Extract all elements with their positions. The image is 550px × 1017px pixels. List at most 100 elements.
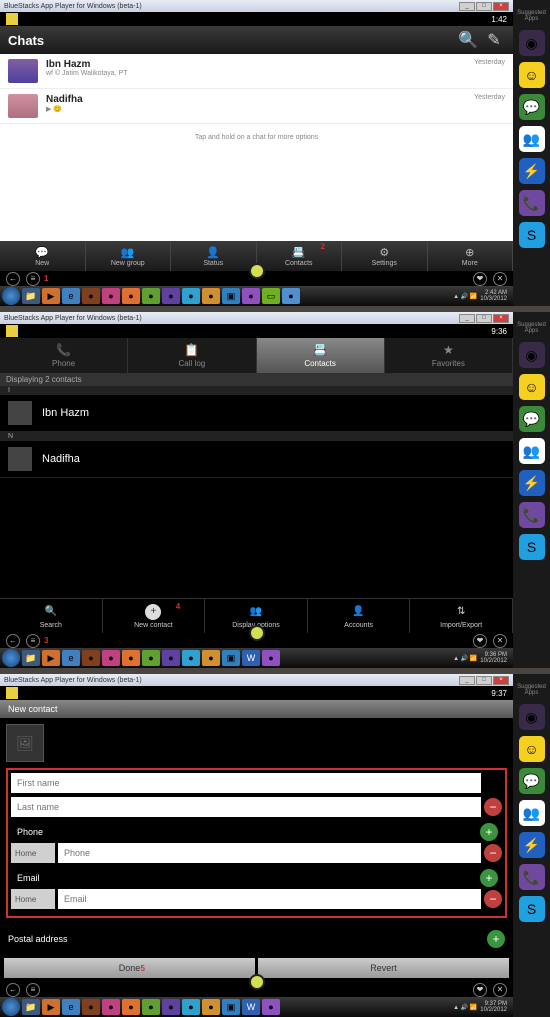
app-icon[interactable]: ● xyxy=(202,650,220,666)
msn-icon[interactable]: 👥 xyxy=(519,126,545,152)
app-icon[interactable]: ● xyxy=(262,650,280,666)
start-button[interactable] xyxy=(2,998,20,1016)
bluestacks-icon[interactable]: ▣ xyxy=(222,999,240,1015)
ie-icon[interactable]: e xyxy=(62,999,80,1015)
app-icon[interactable]: ● xyxy=(282,288,300,304)
chat-icon[interactable]: 💬 xyxy=(519,768,545,794)
close-app-button[interactable]: ✕ xyxy=(493,634,507,648)
home-badge[interactable] xyxy=(249,625,265,641)
nav-status[interactable]: 👤Status xyxy=(171,241,257,271)
app-icon[interactable]: ● xyxy=(182,999,200,1015)
contact-row[interactable]: Nadifha xyxy=(0,441,513,478)
ie-icon[interactable]: e xyxy=(62,650,80,666)
collapse-button[interactable]: − xyxy=(484,798,502,816)
app-icon[interactable]: ▭ xyxy=(262,288,280,304)
app-icon[interactable]: ● xyxy=(122,999,140,1015)
back-button[interactable]: ← xyxy=(6,272,20,286)
explorer-icon[interactable]: 📁 xyxy=(22,650,40,666)
share-button[interactable]: ❤ xyxy=(473,634,487,648)
add-email-button[interactable]: + xyxy=(480,869,498,887)
app-icon[interactable]: ● xyxy=(142,650,160,666)
search-icon[interactable]: 🔍 xyxy=(457,29,479,51)
app-icon[interactable]: ● xyxy=(82,999,100,1015)
tab-phone[interactable]: 📞Phone xyxy=(0,338,128,373)
nav-more[interactable]: ⊕More xyxy=(428,241,514,271)
bluestacks-icon[interactable]: ▣ xyxy=(222,650,240,666)
app-icon[interactable]: ● xyxy=(162,650,180,666)
app-icon[interactable]: ● xyxy=(182,650,200,666)
app-icon[interactable]: ● xyxy=(202,999,220,1015)
menu-button[interactable]: ≡ xyxy=(26,634,40,648)
start-button[interactable] xyxy=(2,649,20,667)
tab-call-log[interactable]: 📋Call log xyxy=(128,338,256,373)
share-button[interactable]: ❤ xyxy=(473,272,487,286)
app-icon-1[interactable]: ◉ xyxy=(519,342,545,368)
word-icon[interactable]: W xyxy=(242,999,260,1015)
msn-icon[interactable]: 👥 xyxy=(519,800,545,826)
explorer-icon[interactable]: 📁 xyxy=(22,999,40,1015)
skype-icon[interactable]: S xyxy=(519,896,545,922)
kakao-icon[interactable]: ☺ xyxy=(519,736,545,762)
minimize-button[interactable]: _ xyxy=(459,314,475,323)
minimize-button[interactable]: _ xyxy=(459,2,475,11)
start-button[interactable] xyxy=(2,287,20,305)
contact-row[interactable]: Ibn Hazm xyxy=(0,395,513,432)
menu-button[interactable]: ≡ xyxy=(26,983,40,997)
app-icon[interactable]: ● xyxy=(102,288,120,304)
action-new-contact[interactable]: +New contact4 xyxy=(103,599,206,633)
messenger-icon[interactable]: ⚡ xyxy=(519,470,545,496)
chat-row[interactable]: Nadifha ▶ 😊 Yesterday xyxy=(0,89,513,124)
app-icon[interactable]: ● xyxy=(102,999,120,1015)
app-icon[interactable]: ● xyxy=(82,288,100,304)
viber-icon[interactable]: 📞 xyxy=(519,864,545,890)
close-button[interactable]: × xyxy=(493,676,509,685)
skype-icon[interactable]: S xyxy=(519,534,545,560)
chat-row[interactable]: Ibn Hazm wf © Jatim Walikotaya, PT Yeste… xyxy=(0,54,513,89)
messenger-icon[interactable]: ⚡ xyxy=(519,158,545,184)
app-icon[interactable]: ● xyxy=(262,999,280,1015)
chat-icon[interactable]: 💬 xyxy=(519,94,545,120)
action-accounts[interactable]: 👤Accounts xyxy=(308,599,411,633)
nav-new-group[interactable]: 👥New group xyxy=(86,241,172,271)
messenger-icon[interactable]: ⚡ xyxy=(519,832,545,858)
app-icon[interactable]: ● xyxy=(102,650,120,666)
menu-button[interactable]: ≡ xyxy=(26,272,40,286)
app-icon[interactable]: ● xyxy=(82,650,100,666)
ie-icon[interactable]: e xyxy=(62,288,80,304)
maximize-button[interactable]: □ xyxy=(476,314,492,323)
media-icon[interactable]: ▶ xyxy=(42,288,60,304)
media-icon[interactable]: ▶ xyxy=(42,650,60,666)
home-badge[interactable] xyxy=(249,263,265,279)
app-icon-1[interactable]: ◉ xyxy=(519,30,545,56)
photo-picker[interactable]: 🖼 xyxy=(6,724,44,762)
kakao-icon[interactable]: ☺ xyxy=(519,62,545,88)
app-icon[interactable]: ● xyxy=(162,288,180,304)
phone-type-select[interactable]: Home xyxy=(11,843,55,863)
compose-icon[interactable]: ✎ xyxy=(483,29,505,51)
app-icon[interactable]: ● xyxy=(202,288,220,304)
close-app-button[interactable]: ✕ xyxy=(493,272,507,286)
home-badge[interactable] xyxy=(249,974,265,990)
minimize-button[interactable]: _ xyxy=(459,676,475,685)
app-icon[interactable]: ● xyxy=(122,288,140,304)
media-icon[interactable]: ▶ xyxy=(42,999,60,1015)
app-icon[interactable]: ● xyxy=(162,999,180,1015)
email-type-select[interactable]: Home xyxy=(11,889,55,909)
back-button[interactable]: ← xyxy=(6,634,20,648)
bluestacks-icon[interactable]: ▣ xyxy=(222,288,240,304)
close-button[interactable]: × xyxy=(493,2,509,11)
add-postal-button[interactable]: + xyxy=(487,930,505,948)
skype-icon[interactable]: S xyxy=(519,222,545,248)
nav-settings[interactable]: ⚙Settings xyxy=(342,241,428,271)
maximize-button[interactable]: □ xyxy=(476,676,492,685)
tab-favorites[interactable]: ★Favorites xyxy=(385,338,513,373)
msn-icon[interactable]: 👥 xyxy=(519,438,545,464)
nav-contacts[interactable]: 📇Contacts2 xyxy=(257,241,343,271)
explorer-icon[interactable]: 📁 xyxy=(22,288,40,304)
email-input[interactable] xyxy=(58,889,481,909)
chat-icon[interactable]: 💬 xyxy=(519,406,545,432)
action-import-export[interactable]: ⇅Import/Export xyxy=(410,599,513,633)
kakao-icon[interactable]: ☺ xyxy=(519,374,545,400)
add-phone-button[interactable]: + xyxy=(480,823,498,841)
app-icon[interactable]: ● xyxy=(122,650,140,666)
